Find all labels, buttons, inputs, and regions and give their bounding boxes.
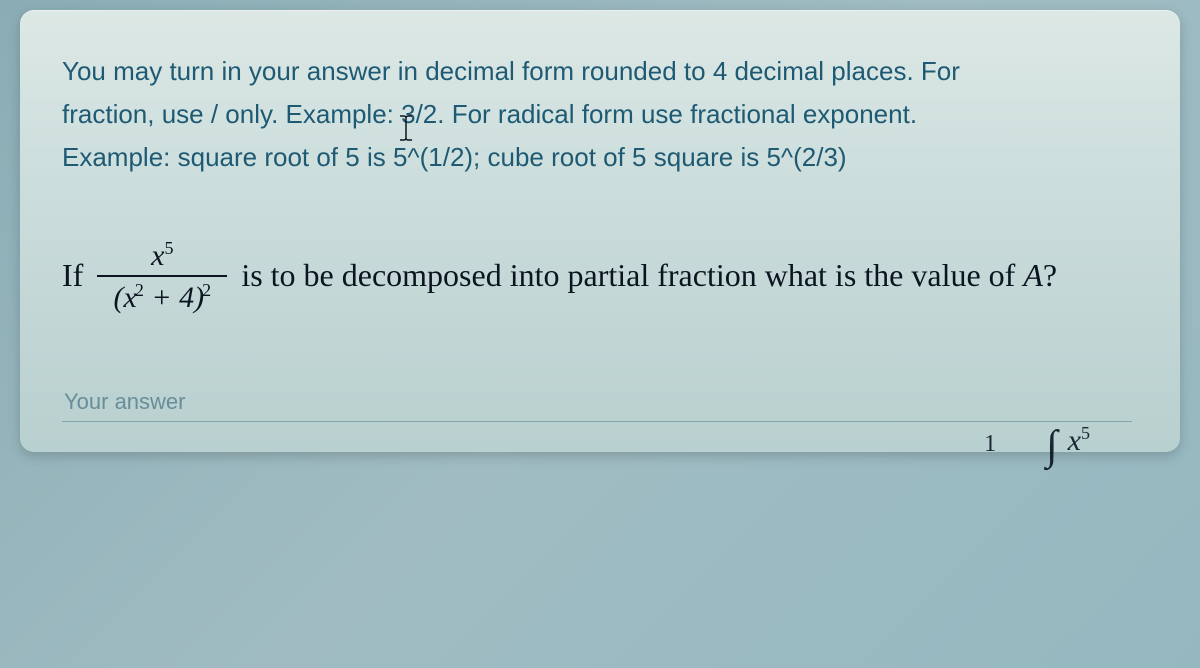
question-after: is to be decomposed into partial fractio…	[241, 257, 1057, 294]
hint-one: 1	[984, 431, 996, 458]
question-card: You may turn in your answer in decimal f…	[20, 10, 1180, 452]
instructions-line3: Example: square root of 5 is 5^(1/2); cu…	[62, 142, 847, 172]
fraction-bar	[97, 275, 227, 277]
instructions-line2: fraction, use / only. Example: 3/2. For …	[62, 99, 917, 129]
fraction-numerator: x5	[145, 239, 179, 273]
fraction-denominator: (x2 + 4)2	[114, 279, 212, 313]
answer-input[interactable]	[62, 383, 1132, 422]
question-fraction: x5 (x2 + 4)2	[97, 239, 227, 313]
bottom-hint: 1 ∫ x5	[984, 423, 1090, 458]
hint-integral: ∫ x5	[1046, 423, 1090, 458]
instructions-line1: You may turn in your answer in decimal f…	[62, 56, 960, 86]
question-row: If x5 (x2 + 4)2 is to be decomposed into…	[62, 239, 1138, 313]
question-if: If	[62, 257, 83, 294]
instructions-text: You may turn in your answer in decimal f…	[62, 50, 1138, 179]
